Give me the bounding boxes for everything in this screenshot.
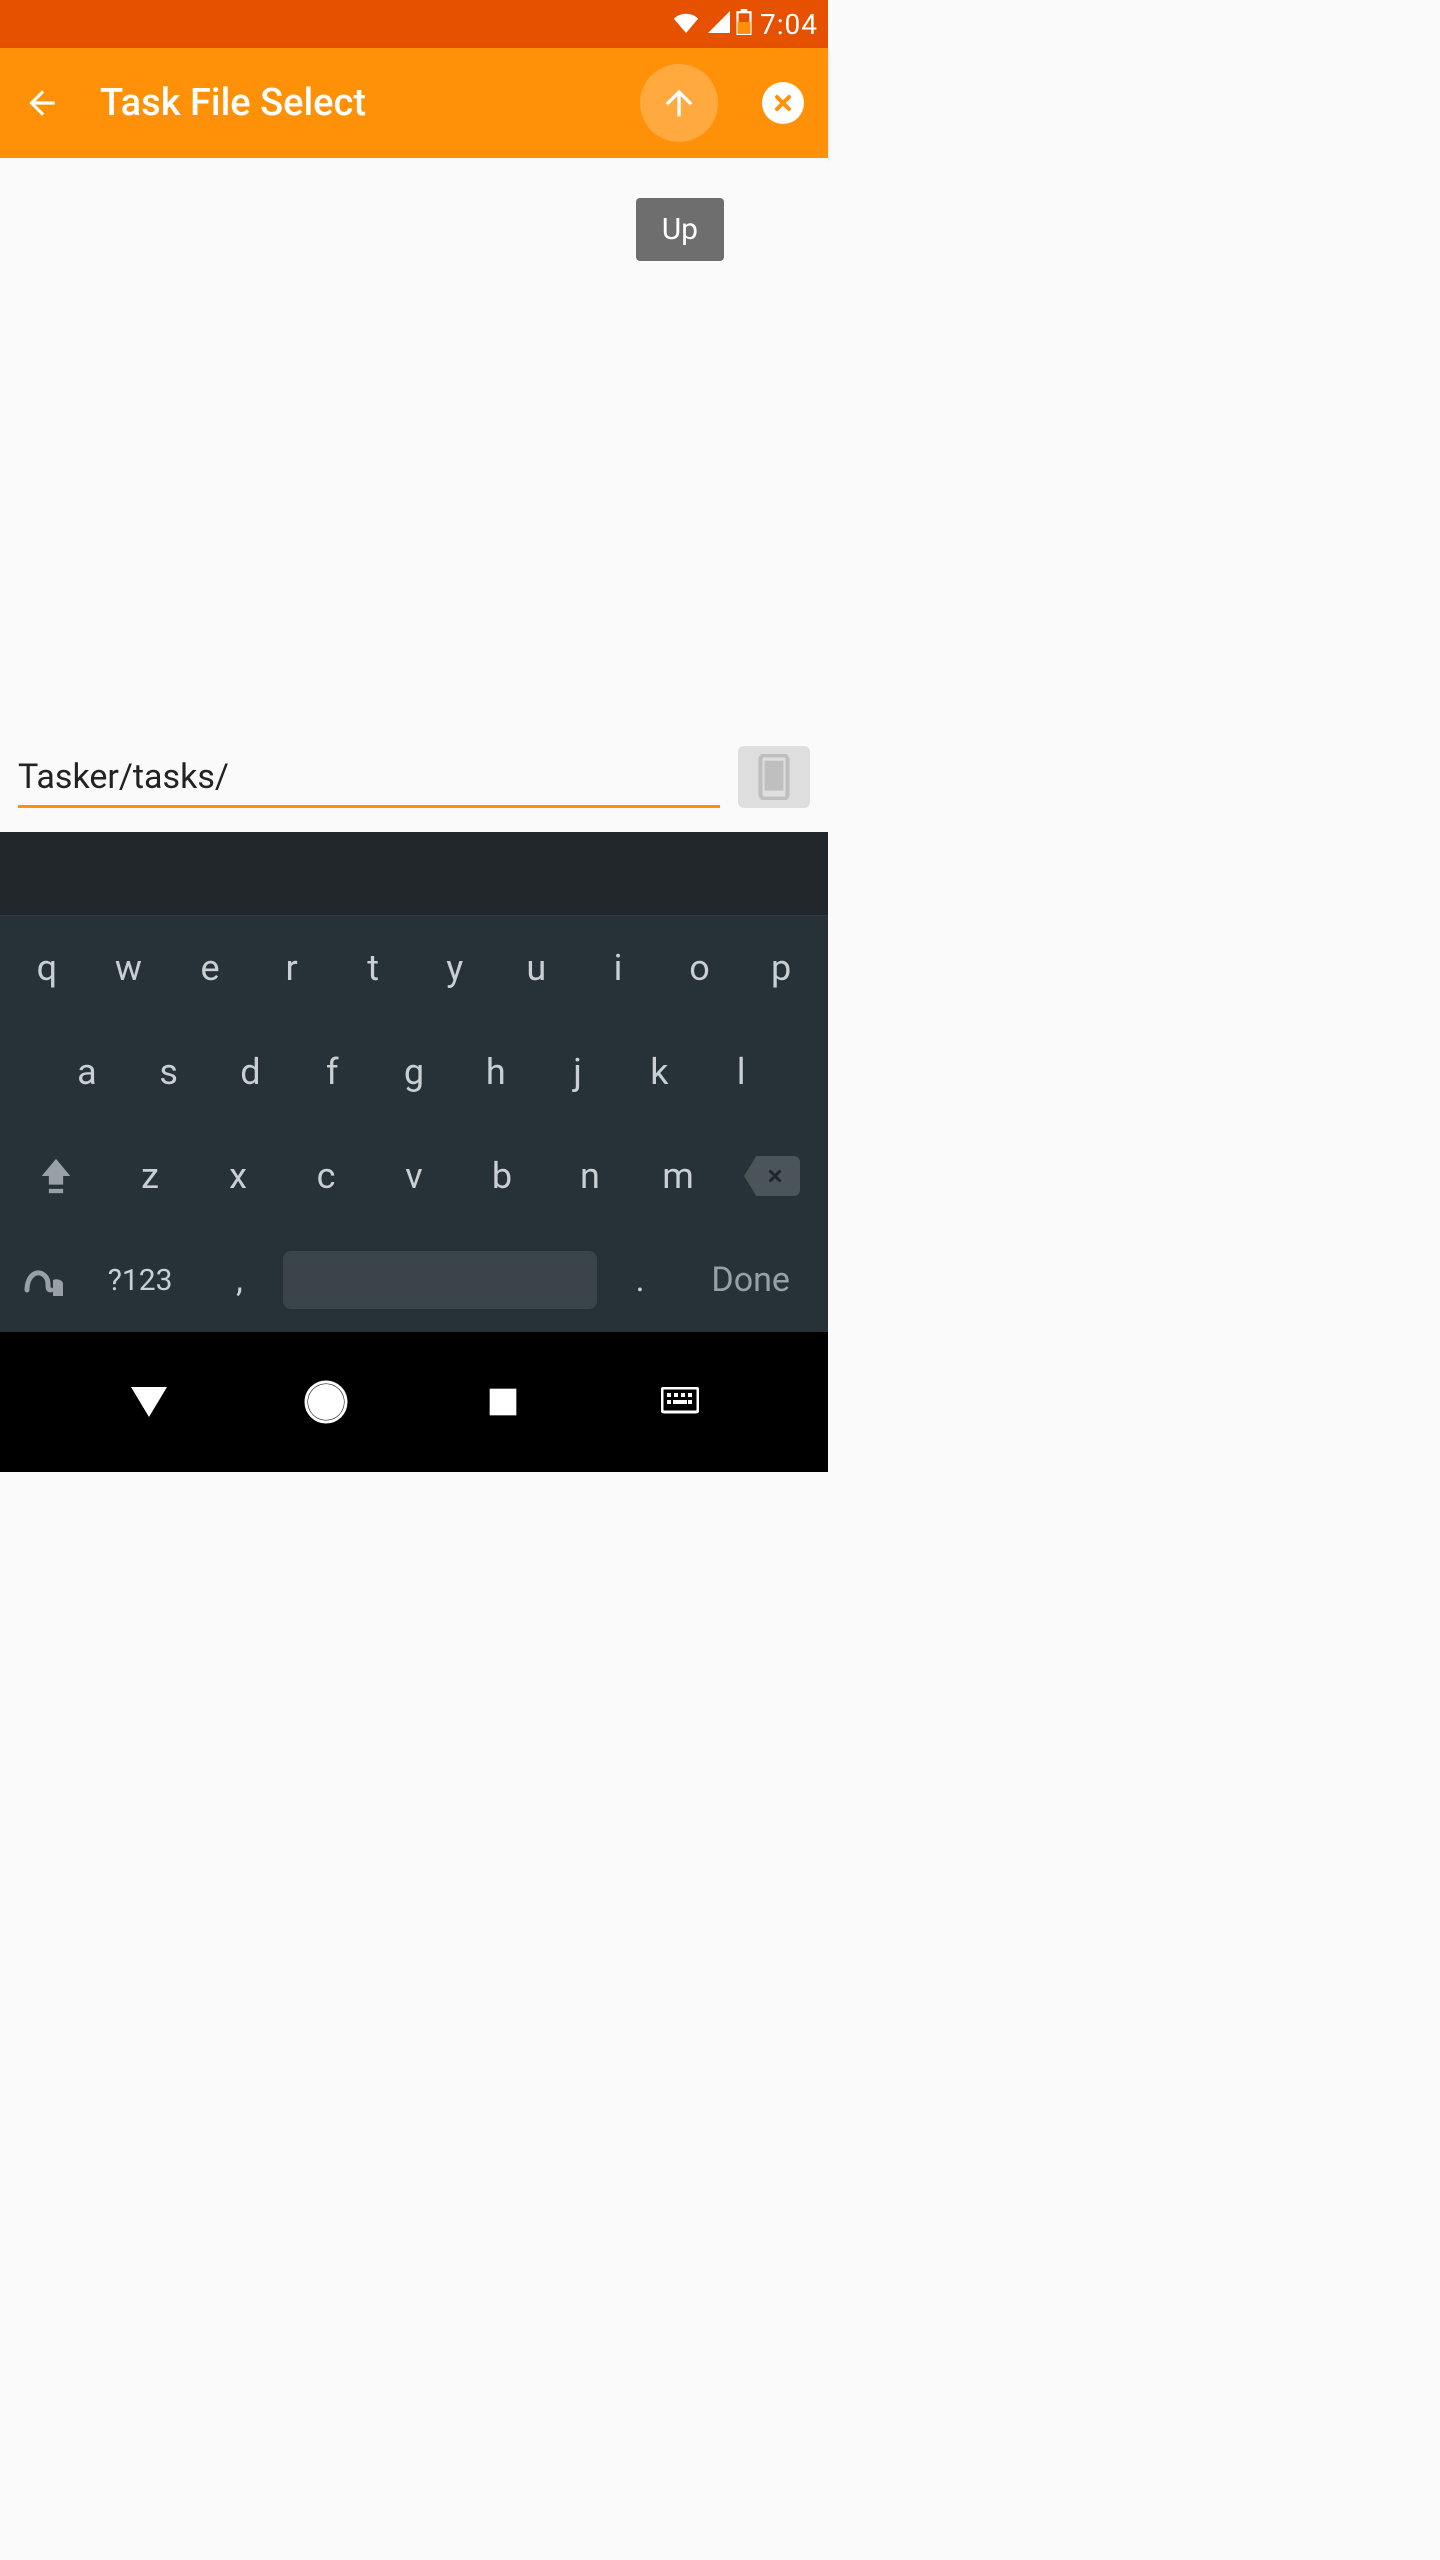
- key-n[interactable]: n: [546, 1145, 634, 1207]
- nav-recents-button[interactable]: [473, 1386, 533, 1418]
- nav-home-icon: [304, 1380, 348, 1424]
- key-f[interactable]: f: [291, 1041, 373, 1103]
- keyboard-row-3: z x c v b n m: [0, 1124, 828, 1228]
- key-s[interactable]: s: [128, 1041, 210, 1103]
- gesture-typing-key[interactable]: [10, 1260, 80, 1300]
- backspace-key[interactable]: [722, 1156, 822, 1196]
- shift-key[interactable]: [6, 1156, 106, 1196]
- status-bar: 7:04: [0, 0, 828, 48]
- storage-picker-button[interactable]: [738, 746, 810, 808]
- status-icons: [672, 9, 752, 39]
- key-g[interactable]: g: [373, 1041, 455, 1103]
- symbols-key[interactable]: ?123: [84, 1263, 196, 1298]
- system-nav-bar: [0, 1332, 828, 1472]
- close-button[interactable]: [762, 82, 804, 124]
- key-v[interactable]: v: [370, 1145, 458, 1207]
- appbar-up-button[interactable]: [640, 64, 718, 142]
- key-d[interactable]: d: [210, 1041, 292, 1103]
- path-input[interactable]: [18, 751, 720, 808]
- key-q[interactable]: q: [6, 937, 88, 999]
- keyboard-row-2: a s d f g h j k l: [0, 1020, 828, 1124]
- cell-signal-icon: [706, 11, 730, 37]
- key-j[interactable]: j: [537, 1041, 619, 1103]
- nav-home-button[interactable]: [296, 1380, 356, 1424]
- key-u[interactable]: u: [496, 937, 578, 999]
- nav-back-icon: [131, 1387, 167, 1417]
- keyboard-row-4: ?123 , . Done: [0, 1228, 828, 1332]
- key-p[interactable]: p: [740, 937, 822, 999]
- key-k[interactable]: k: [618, 1041, 700, 1103]
- key-w[interactable]: w: [88, 937, 170, 999]
- keyboard-row-1: q w e r t y u i o p: [0, 916, 828, 1020]
- back-arrow-icon: [23, 84, 61, 122]
- up-directory-button[interactable]: Up: [636, 198, 724, 261]
- key-t[interactable]: t: [332, 937, 414, 999]
- key-l[interactable]: l: [700, 1041, 782, 1103]
- key-r[interactable]: r: [251, 937, 333, 999]
- key-x[interactable]: x: [194, 1145, 282, 1207]
- nav-recents-icon: [487, 1386, 519, 1418]
- back-button[interactable]: [18, 79, 66, 127]
- key-y[interactable]: y: [414, 937, 496, 999]
- backspace-icon: [744, 1156, 800, 1196]
- key-c[interactable]: c: [282, 1145, 370, 1207]
- nav-back-button[interactable]: [119, 1387, 179, 1417]
- key-o[interactable]: o: [659, 937, 741, 999]
- app-bar-title: Task File Select: [92, 81, 614, 125]
- period-key[interactable]: .: [601, 1260, 680, 1300]
- done-key[interactable]: Done: [683, 1260, 818, 1300]
- key-a[interactable]: a: [46, 1041, 128, 1103]
- path-row: [18, 746, 810, 808]
- key-e[interactable]: e: [169, 937, 251, 999]
- key-m[interactable]: m: [634, 1145, 722, 1207]
- keyboard-suggestion-bar: [0, 832, 828, 916]
- key-h[interactable]: h: [455, 1041, 537, 1103]
- keyboard-switch-icon: [661, 1387, 699, 1417]
- shift-icon: [38, 1156, 74, 1196]
- nav-ime-switch-button[interactable]: [650, 1387, 710, 1417]
- soft-keyboard: q w e r t y u i o p a s d f g h j k l: [0, 832, 828, 1332]
- file-list-area: Up: [0, 158, 828, 832]
- gesture-icon: [23, 1260, 67, 1300]
- key-i[interactable]: i: [577, 937, 659, 999]
- spacebar-key[interactable]: [283, 1251, 597, 1309]
- key-b[interactable]: b: [458, 1145, 546, 1207]
- up-arrow-icon: [659, 83, 699, 123]
- wifi-icon: [672, 11, 700, 37]
- status-time: 7:04: [760, 8, 818, 41]
- phone-icon: [757, 754, 791, 800]
- app-bar: Task File Select: [0, 48, 828, 158]
- close-icon: [771, 91, 795, 115]
- key-z[interactable]: z: [106, 1145, 194, 1207]
- battery-icon: [736, 9, 752, 39]
- comma-key[interactable]: ,: [200, 1260, 279, 1300]
